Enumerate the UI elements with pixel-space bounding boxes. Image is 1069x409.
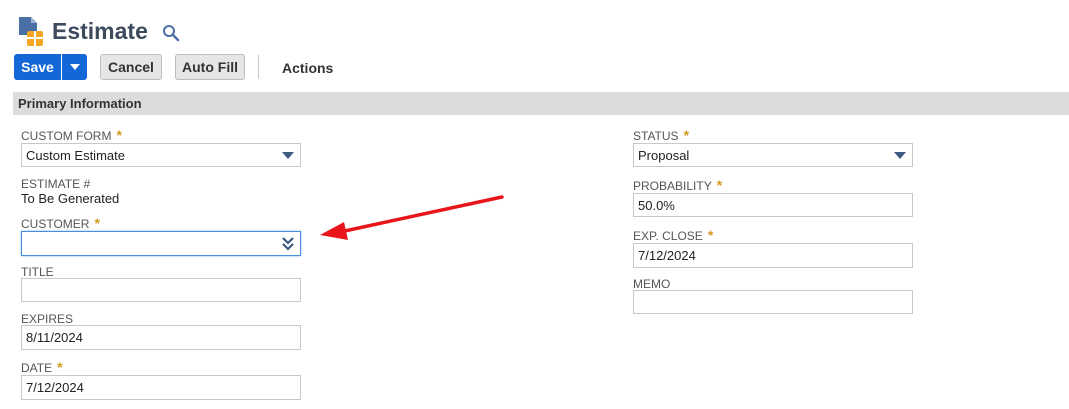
dropdown-arrow-icon xyxy=(894,152,906,159)
toolbar-divider xyxy=(258,55,259,79)
double-chevron-down-icon[interactable] xyxy=(282,237,294,251)
required-marker: * xyxy=(716,177,723,193)
customer-label: CUSTOMER * xyxy=(21,215,100,231)
section-title: Primary Information xyxy=(18,96,142,111)
annotation-arrow-icon xyxy=(320,195,504,240)
exp-close-label: EXP. CLOSE * xyxy=(633,227,714,243)
expires-label: EXPIRES xyxy=(21,312,74,326)
required-marker: * xyxy=(94,215,100,231)
memo-input[interactable] xyxy=(633,290,913,314)
memo-label: MEMO xyxy=(633,277,671,291)
estimate-number-label: ESTIMATE # xyxy=(21,177,91,191)
save-button-group: Save xyxy=(14,54,87,80)
auto-fill-button[interactable]: Auto Fill xyxy=(175,54,245,80)
estimate-record-icon xyxy=(19,17,43,46)
actions-menu[interactable]: Actions xyxy=(282,60,333,76)
custom-form-label: CUSTOM FORM * xyxy=(21,127,122,143)
chevron-down-icon xyxy=(69,64,80,70)
section-header-primary-information[interactable]: Primary Information xyxy=(13,92,1069,115)
status-label: STATUS * xyxy=(633,127,690,143)
custom-form-select[interactable]: Custom Estimate xyxy=(21,143,301,167)
save-options-button[interactable] xyxy=(62,54,87,80)
save-button[interactable]: Save xyxy=(14,54,61,80)
dropdown-arrow-icon xyxy=(282,152,294,159)
exp-close-input[interactable]: 7/12/2024 xyxy=(633,243,913,268)
probability-input[interactable]: 50.0% xyxy=(633,193,913,217)
required-marker: * xyxy=(683,127,690,143)
title-input[interactable] xyxy=(21,278,301,302)
expires-input[interactable]: 8/11/2024 xyxy=(21,325,301,350)
status-select[interactable]: Proposal xyxy=(633,143,913,167)
required-marker: * xyxy=(707,227,714,243)
required-marker: * xyxy=(57,359,63,375)
probability-label: PROBABILITY * xyxy=(633,177,723,193)
date-input[interactable]: 7/12/2024 xyxy=(21,375,301,400)
page-title: Estimate xyxy=(52,18,148,44)
required-marker: * xyxy=(116,127,122,143)
estimate-number-value: To Be Generated xyxy=(21,191,120,206)
customer-field[interactable] xyxy=(21,231,301,256)
date-label: DATE * xyxy=(21,359,63,375)
search-icon[interactable] xyxy=(162,24,180,42)
title-label: TITLE xyxy=(21,265,54,279)
cancel-button[interactable]: Cancel xyxy=(100,54,162,80)
